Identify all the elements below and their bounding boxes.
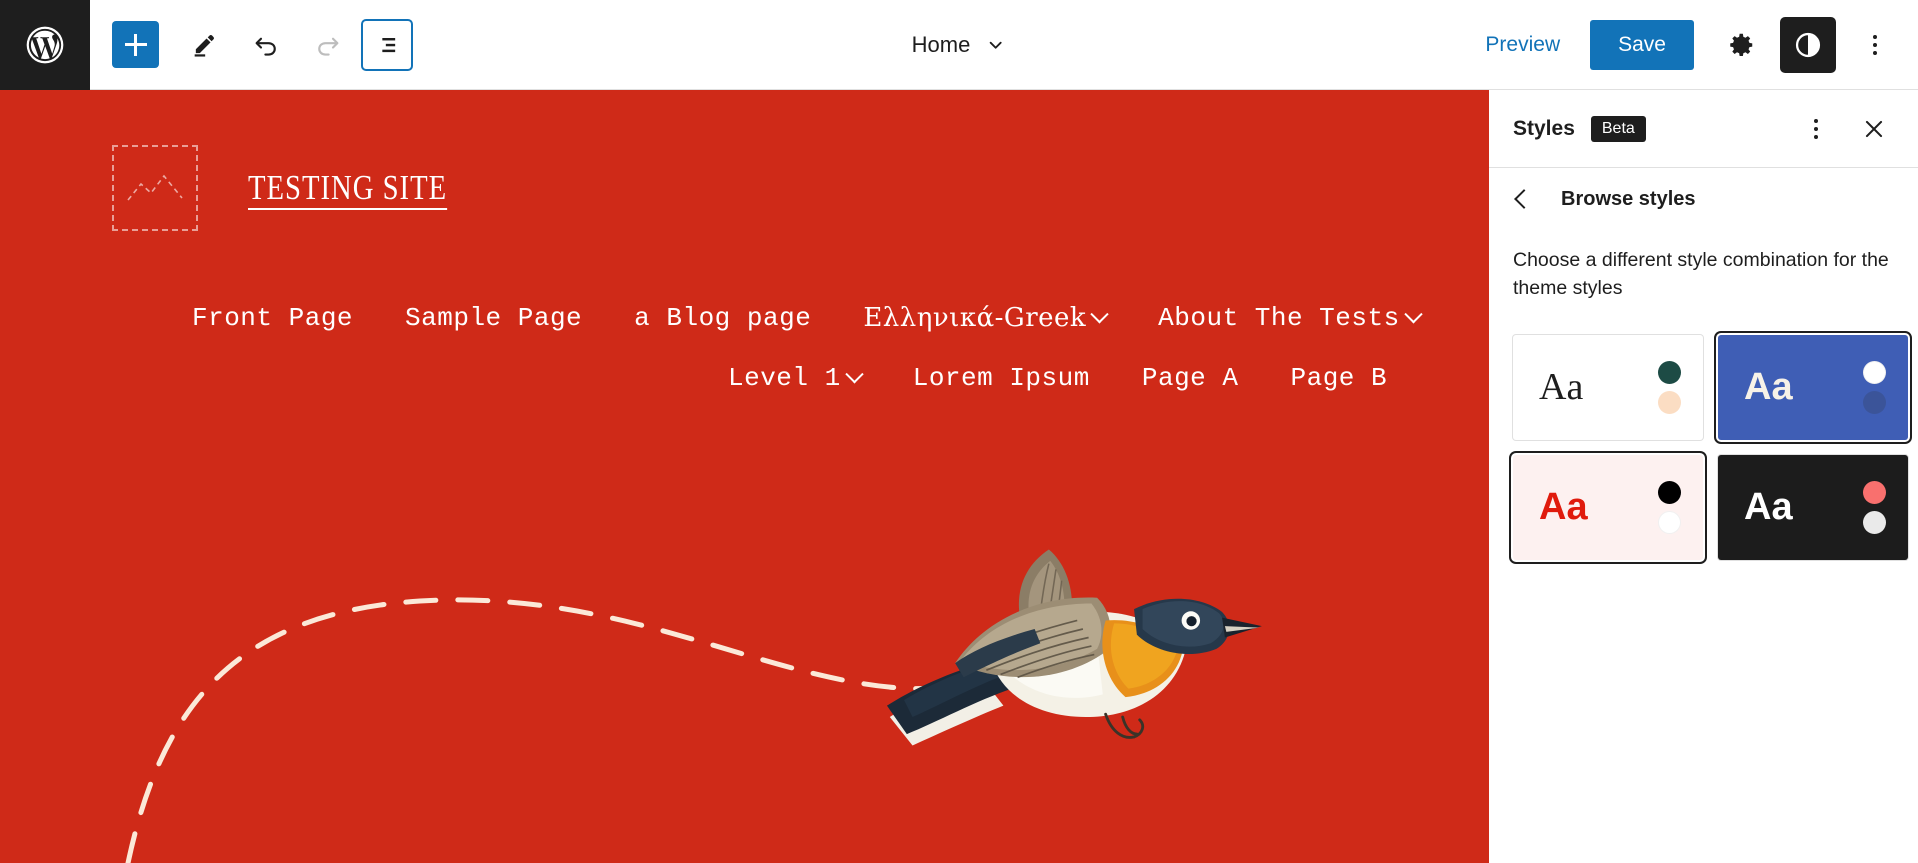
style-variation-sample: Aa [1744,486,1793,529]
palette-swatch [1658,390,1681,414]
style-variation-card-blue[interactable]: Aa [1718,334,1908,440]
bird-illustration [886,549,1262,746]
style-variation-palette [1863,480,1886,534]
style-variation-sample: Aa [1539,366,1584,409]
plus-icon [124,33,147,56]
settings-button[interactable] [1716,20,1766,70]
style-variation-card-pink-red[interactable]: Aa [1513,454,1703,560]
chevron-down-icon [1404,304,1423,323]
chevron-down-icon [1090,304,1109,323]
palette-swatch [1863,390,1886,414]
document-title-dropdown[interactable]: Home [902,26,1017,64]
document-title-label: Home [911,31,971,57]
close-icon [1865,120,1883,137]
flight-path-svg [125,549,1262,863]
image-placeholder-icon [127,174,183,201]
nav-item-label: Level 1 [728,363,841,393]
style-variation-sample: Aa [1539,486,1588,529]
styles-sidebar-header: Styles Beta [1489,90,1918,168]
editor-body: TESTING SITE Front Page Sample Page a Bl… [0,90,1918,863]
wordpress-site-editor: Home Preview Save TESTING SITE Front Pag… [0,0,1918,863]
site-editor-canvas[interactable]: TESTING SITE Front Page Sample Page a Bl… [0,90,1489,863]
style-variation-card-default[interactable]: Aa [1513,334,1703,440]
style-variation-palette [1658,480,1681,534]
nav-item-label: Page B [1290,363,1388,393]
primary-navigation: Front Page Sample Page a Blog page Ελλην… [0,303,1489,333]
nav-item-label: Ελληνικά-Greek [863,303,1087,333]
styles-more-button[interactable] [1794,107,1838,151]
document-overview-button[interactable] [361,18,413,71]
styles-button[interactable] [1780,16,1836,73]
palette-swatch [1658,510,1681,534]
palette-swatch [1658,360,1681,384]
editor-actions-group: Preview Save [1467,16,1918,73]
editor-tools-group [90,16,413,74]
nav-item-a-blog-page[interactable]: a Blog page [634,303,811,333]
contrast-icon [1795,32,1821,57]
nav-item-label: Front Page [192,303,354,333]
nav-item-front-page[interactable]: Front Page [192,303,353,333]
nav-item-label: a Blog page [634,303,812,333]
palette-swatch [1863,510,1886,534]
redo-button[interactable] [299,16,357,74]
browse-styles-description: Choose a different style combination for… [1513,249,1889,300]
wordpress-logo-button[interactable] [0,0,90,90]
undo-icon [255,37,276,56]
browse-styles-title: Browse styles [1561,187,1696,210]
editor-top-bar: Home Preview Save [0,0,1918,90]
palette-swatch [1863,360,1886,384]
nav-item-lorem-ipsum[interactable]: Lorem Ipsum [913,363,1090,393]
site-logo-placeholder[interactable] [112,145,198,231]
nav-item-page-b[interactable]: Page B [1290,363,1387,393]
styles-panel-title: Styles [1513,116,1575,140]
nav-item-about-the-tests[interactable]: About The Tests [1158,303,1423,333]
gear-icon [1730,33,1753,56]
nav-item-label: Sample Page [405,303,583,333]
nav-item-label: About The Tests [1158,303,1400,333]
palette-swatch [1658,480,1681,504]
nav-item-greek[interactable]: Ελληνικά-Greek [863,303,1109,333]
style-variation-sample: Aa [1744,366,1793,409]
styles-sidebar: Styles Beta Browse styles Choose a diffe… [1489,90,1918,863]
style-variation-card-dark[interactable]: Aa [1718,454,1908,560]
secondary-navigation: Level 1 Lorem Ipsum Page A Page B [0,363,1489,393]
kebab-menu-icon [1873,34,1877,55]
undo-button[interactable] [237,16,295,74]
site-header-template-part: TESTING SITE Front Page Sample Page a Bl… [0,90,1489,393]
wordpress-icon [26,26,64,63]
nav-item-level-1[interactable]: Level 1 [728,363,864,393]
dashed-flight-path [125,597,1053,863]
chevron-down-icon [845,364,864,383]
block-inserter-button[interactable] [112,21,159,68]
preview-button[interactable]: Preview [1467,21,1578,69]
styles-header-actions [1794,107,1896,151]
nav-item-page-a[interactable]: Page A [1142,363,1239,393]
kebab-menu-icon [1814,118,1818,139]
list-view-icon [382,37,396,52]
site-title[interactable]: TESTING SITE [248,168,447,208]
pencil-icon [194,34,214,57]
nav-item-sample-page[interactable]: Sample Page [405,303,582,333]
styles-close-button[interactable] [1852,107,1896,151]
save-button[interactable]: Save [1590,19,1694,70]
style-variation-palette [1658,360,1681,414]
nav-item-label: Lorem Ipsum [912,363,1090,393]
site-branding: TESTING SITE [0,145,1489,231]
redo-icon [318,37,339,56]
palette-swatch [1863,480,1886,504]
style-variations-grid: Aa Aa Aa Aa [1489,303,1918,560]
style-variation-palette [1863,360,1886,414]
hero-decoration [0,463,1489,863]
more-options-button[interactable] [1850,20,1900,70]
edit-tool-button[interactable] [175,16,233,74]
nav-item-label: Page A [1141,363,1239,393]
chevron-down-icon [989,41,1002,49]
back-chevron-icon[interactable] [1514,189,1534,209]
beta-badge: Beta [1590,115,1646,142]
styles-subheader: Browse styles [1489,168,1918,230]
